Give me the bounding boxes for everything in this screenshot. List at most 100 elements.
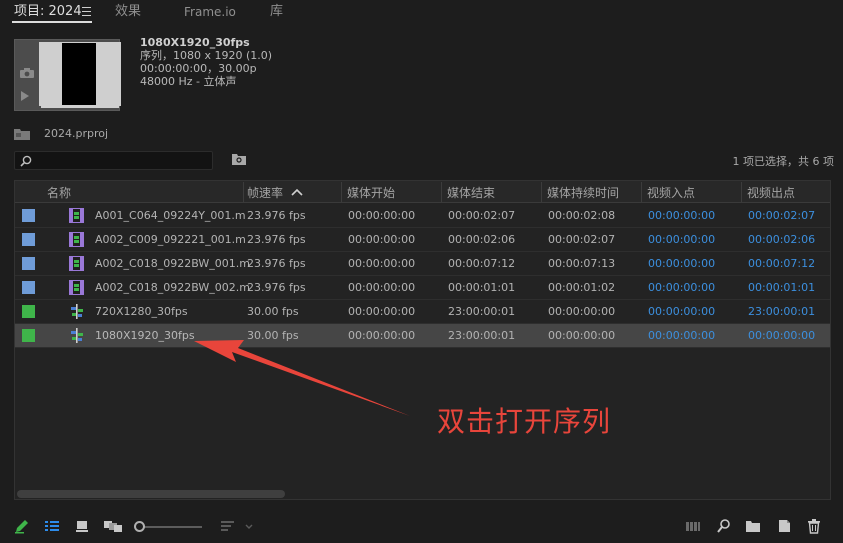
clip-icon [69,232,84,247]
trash-icon[interactable] [806,518,822,534]
table-row[interactable]: A002_C009_092221_001.m 23.976 fps 00:00:00… [15,228,830,252]
sort-menu-icon[interactable] [220,518,236,534]
media-start: 00:00:00:00 [348,305,416,318]
label-color-swatch[interactable] [22,305,35,318]
sort-ascending-icon[interactable] [291,188,303,196]
column-media-end[interactable]: 媒体结束 [447,184,495,201]
preview-info: 1080X1920_30fps 序列，1080 x 1920 (1.0) 00:… [140,36,272,88]
new-item-icon[interactable] [776,518,792,534]
label-color-swatch[interactable] [22,281,35,294]
column-video-in[interactable]: 视频入点 [647,184,695,201]
horizontal-scrollbar[interactable] [17,490,285,498]
media-duration: 00:00:01:02 [548,281,616,294]
sequence-icon [71,328,83,343]
video-out-point[interactable]: 00:00:00:00 [748,329,815,342]
zoom-slider-handle[interactable] [134,521,145,532]
video-out-point[interactable]: 00:00:02:07 [748,209,815,222]
media-start: 00:00:00:00 [348,209,416,222]
media-end: 00:00:01:01 [448,281,516,294]
active-tab-underline [12,21,92,23]
tab-effects[interactable]: 效果 [115,3,141,21]
tab-library[interactable]: 库 [270,3,283,21]
selection-status: 1 项已选择，共 6 项 [732,155,835,168]
label-color-swatch[interactable] [22,329,35,342]
bottom-toolbar [0,512,843,543]
preview-sequence-info: 序列，1080 x 1920 (1.0) [140,49,273,62]
preview-timecode: 00:00:00:00，30.00p [140,62,257,75]
freeform-view-icon[interactable] [103,518,123,534]
table-row[interactable]: 720X1280_30fps 30.00 fps 00:00:00:00 23:00:… [15,300,830,324]
label-color-swatch[interactable] [22,233,35,246]
video-out-point[interactable]: 00:00:02:06 [748,233,815,246]
project-file-name: 2024.prproj [44,127,109,140]
media-end: 00:00:02:06 [448,233,516,246]
panel-menu-icon[interactable] [82,7,91,16]
item-name: 720X1280_30fps [95,305,188,318]
clip-icon [69,256,84,271]
table-row[interactable]: 1080X1920_30fps 30.00 fps 00:00:00:00 23:00… [15,324,830,348]
media-duration: 00:00:00:00 [548,305,616,318]
media-end: 23:00:00:01 [448,329,516,342]
pencil-icon[interactable] [14,518,30,534]
table-row[interactable]: A002_C018_0922BW_002.m 23.976 fps 00:00:00… [15,276,830,300]
play-icon[interactable] [21,91,29,101]
column-frame-rate[interactable]: 帧速率 [247,184,283,201]
table-row[interactable]: A001_C064_09224Y_001.m 23.976 fps 00:00:00… [15,204,830,228]
label-color-swatch[interactable] [22,257,35,270]
find-bin-icon[interactable] [232,154,246,165]
media-end: 00:00:07:12 [448,257,516,270]
table-row[interactable]: A002_C018_0922BW_001.m 23.976 fps 00:00:00… [15,252,830,276]
media-duration: 00:00:00:00 [548,329,616,342]
find-icon[interactable] [716,518,732,534]
thumbnail-video [62,43,96,105]
media-start: 00:00:00:00 [348,257,416,270]
column-media-duration[interactable]: 媒体持续时间 [547,184,619,201]
item-name: A002_C018_0922BW_001.m [95,257,250,270]
list-view-icon[interactable] [44,518,60,534]
frame-rate: 23.976 fps [247,257,306,270]
frame-rate: 23.976 fps [247,281,306,294]
chevron-down-icon[interactable] [244,518,254,534]
camera-icon[interactable] [20,68,34,78]
new-bin-icon[interactable] [745,518,761,534]
video-in-point[interactable]: 00:00:00:00 [648,329,715,342]
tab-project[interactable]: 项目: 2024 [14,3,82,21]
clip-icon [69,208,84,223]
video-in-point[interactable]: 00:00:00:00 [648,257,715,270]
media-start: 00:00:00:00 [348,233,416,246]
video-out-point[interactable]: 23:00:00:01 [748,305,815,318]
video-in-point[interactable]: 00:00:00:00 [648,233,715,246]
column-name[interactable]: 名称 [47,184,71,201]
icon-view-icon[interactable] [74,518,90,534]
column-video-out[interactable]: 视频出点 [747,184,795,201]
clip-icon [69,280,84,295]
annotation-text: 双击打开序列 [437,405,612,438]
thumbnail-scrub-bar[interactable] [41,106,119,108]
panel-tab-bar: 项目: 2024 效果 Frame.io 库 [0,0,843,26]
label-color-swatch[interactable] [22,209,35,222]
search-icon [20,155,32,167]
video-in-point[interactable]: 00:00:00:00 [648,281,715,294]
media-start: 00:00:00:00 [348,329,416,342]
preview-thumbnail[interactable] [14,39,121,111]
media-end: 00:00:02:07 [448,209,516,222]
preview-audio: 48000 Hz - 立体声 [140,75,237,88]
folder-icon [14,129,30,140]
item-name: A002_C009_092221_001.m [95,233,246,246]
video-out-point[interactable]: 00:00:07:12 [748,257,815,270]
media-duration: 00:00:02:08 [548,209,616,222]
column-media-start[interactable]: 媒体开始 [347,184,395,201]
media-duration: 00:00:07:13 [548,257,616,270]
media-start: 00:00:00:00 [348,281,416,294]
zoom-slider-track[interactable] [136,526,202,528]
frame-rate: 23.976 fps [247,209,306,222]
video-in-point[interactable]: 00:00:00:00 [648,305,715,318]
video-in-point[interactable]: 00:00:00:00 [648,209,715,222]
media-duration: 00:00:02:07 [548,233,616,246]
tab-frameio[interactable]: Frame.io [184,3,236,21]
project-list: 名称 帧速率 媒体开始 媒体结束 媒体持续时间 视频入点 视频出点 A001_C… [14,180,831,500]
video-out-point[interactable]: 00:00:01:01 [748,281,815,294]
search-input[interactable] [14,151,213,170]
frame-rate: 30.00 fps [247,329,299,342]
automate-to-sequence-icon[interactable] [685,518,701,534]
